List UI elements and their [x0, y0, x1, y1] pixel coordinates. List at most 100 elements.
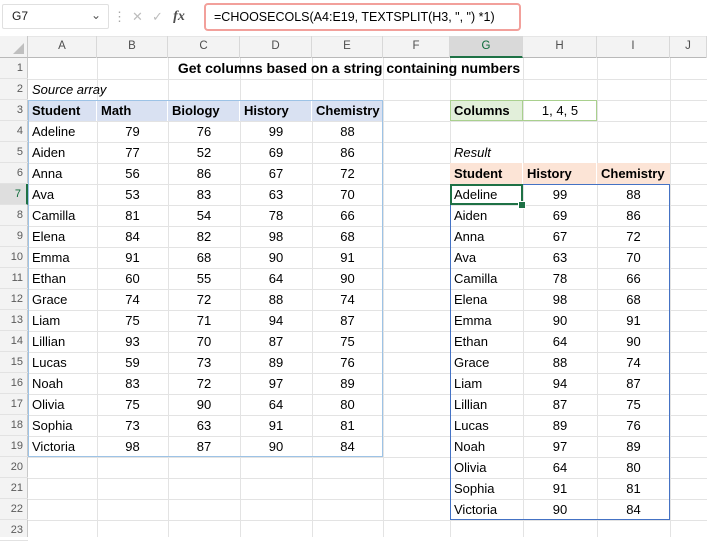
source-cell[interactable]: 87 — [240, 331, 312, 352]
source-header-biology[interactable]: Biology — [168, 100, 240, 121]
formula-input[interactable]: =CHOOSECOLS(A4:E19, TEXTSPLIT(H3, ", ") … — [204, 3, 521, 31]
row-header-9[interactable]: 9 — [0, 226, 28, 247]
source-cell[interactable]: Noah — [28, 373, 97, 394]
row-header-16[interactable]: 16 — [0, 373, 28, 394]
source-cell[interactable]: 89 — [240, 352, 312, 373]
row-header-23[interactable]: 23 — [0, 520, 28, 541]
source-header-history[interactable]: History — [240, 100, 312, 121]
result-cell[interactable]: 75 — [597, 394, 670, 415]
row-header-5[interactable]: 5 — [0, 142, 28, 163]
select-all-button[interactable] — [0, 36, 28, 58]
result-cell[interactable]: 76 — [597, 415, 670, 436]
source-array-label[interactable]: Source array — [28, 79, 106, 100]
result-cell[interactable]: 68 — [597, 289, 670, 310]
source-cell[interactable]: 78 — [240, 205, 312, 226]
result-cell[interactable]: 64 — [523, 331, 597, 352]
result-label[interactable]: Result — [450, 142, 523, 163]
result-header-history[interactable]: History — [523, 163, 597, 184]
row-header-18[interactable]: 18 — [0, 415, 28, 436]
source-cell[interactable]: 72 — [168, 373, 240, 394]
row-header-20[interactable]: 20 — [0, 457, 28, 478]
result-header-student[interactable]: Student — [450, 163, 523, 184]
name-box[interactable]: G7 ⌄ — [2, 4, 109, 29]
column-header-B[interactable]: B — [97, 36, 168, 58]
source-cell[interactable]: 63 — [168, 415, 240, 436]
source-cell[interactable]: 94 — [240, 310, 312, 331]
column-header-C[interactable]: C — [168, 36, 240, 58]
column-header-D[interactable]: D — [240, 36, 312, 58]
source-cell[interactable]: 86 — [168, 163, 240, 184]
result-cell[interactable]: Victoria — [450, 499, 523, 520]
result-cell[interactable]: 67 — [523, 226, 597, 247]
result-cell[interactable]: Elena — [450, 289, 523, 310]
result-cell[interactable]: 90 — [523, 499, 597, 520]
row-header-7[interactable]: 7 — [0, 184, 28, 205]
row-header-3[interactable]: 3 — [0, 100, 28, 121]
row-header-8[interactable]: 8 — [0, 205, 28, 226]
source-cell[interactable]: 73 — [168, 352, 240, 373]
result-cell[interactable]: 98 — [523, 289, 597, 310]
cancel-icon[interactable]: ✕ — [129, 5, 146, 29]
result-cell[interactable]: Lucas — [450, 415, 523, 436]
result-cell[interactable]: 72 — [597, 226, 670, 247]
result-cell[interactable]: Adeline — [450, 184, 523, 205]
result-cell[interactable]: Emma — [450, 310, 523, 331]
result-cell[interactable]: 90 — [597, 331, 670, 352]
source-cell[interactable]: 74 — [97, 289, 168, 310]
source-header-math[interactable]: Math — [97, 100, 168, 121]
result-cell[interactable]: 89 — [597, 436, 670, 457]
source-cell[interactable]: 90 — [240, 247, 312, 268]
source-cell[interactable]: 81 — [312, 415, 383, 436]
source-cell[interactable]: Ava — [28, 184, 97, 205]
source-cell[interactable]: Emma — [28, 247, 97, 268]
result-cell[interactable]: 81 — [597, 478, 670, 499]
result-cell[interactable]: Ethan — [450, 331, 523, 352]
source-cell[interactable]: 88 — [312, 121, 383, 142]
source-cell[interactable]: Victoria — [28, 436, 97, 457]
result-cell[interactable]: Aiden — [450, 205, 523, 226]
columns-spec-label[interactable]: Columns — [450, 100, 523, 121]
source-cell[interactable]: Aiden — [28, 142, 97, 163]
chevron-down-icon[interactable]: ⌄ — [91, 3, 101, 28]
source-cell[interactable]: 73 — [97, 415, 168, 436]
row-header-21[interactable]: 21 — [0, 478, 28, 499]
column-header-I[interactable]: I — [597, 36, 670, 58]
row-header-13[interactable]: 13 — [0, 310, 28, 331]
result-cell[interactable]: Camilla — [450, 268, 523, 289]
source-cell[interactable]: Adeline — [28, 121, 97, 142]
source-cell[interactable]: 87 — [312, 310, 383, 331]
source-cell[interactable]: 91 — [312, 247, 383, 268]
source-cell[interactable]: 56 — [97, 163, 168, 184]
source-cell[interactable]: 53 — [97, 184, 168, 205]
column-header-A[interactable]: A — [28, 36, 97, 58]
source-cell[interactable]: 76 — [312, 352, 383, 373]
row-header-6[interactable]: 6 — [0, 163, 28, 184]
result-header-chemistry[interactable]: Chemistry — [597, 163, 670, 184]
result-cell[interactable]: Lillian — [450, 394, 523, 415]
source-cell[interactable]: 64 — [240, 268, 312, 289]
row-header-19[interactable]: 19 — [0, 436, 28, 457]
row-header-22[interactable]: 22 — [0, 499, 28, 520]
result-cell[interactable]: Olivia — [450, 457, 523, 478]
result-cell[interactable]: 70 — [597, 247, 670, 268]
row-header-12[interactable]: 12 — [0, 289, 28, 310]
row-header-2[interactable]: 2 — [0, 79, 28, 100]
result-cell[interactable]: 87 — [597, 373, 670, 394]
enter-icon[interactable]: ✓ — [149, 5, 166, 29]
result-cell[interactable]: 89 — [523, 415, 597, 436]
source-cell[interactable]: 83 — [97, 373, 168, 394]
result-cell[interactable]: 78 — [523, 268, 597, 289]
source-cell[interactable]: 69 — [240, 142, 312, 163]
source-cell[interactable]: 82 — [168, 226, 240, 247]
result-cell[interactable]: Sophia — [450, 478, 523, 499]
result-cell[interactable]: 91 — [523, 478, 597, 499]
source-header-chemistry[interactable]: Chemistry — [312, 100, 383, 121]
result-cell[interactable]: Anna — [450, 226, 523, 247]
source-cell[interactable]: 67 — [240, 163, 312, 184]
source-cell[interactable]: 55 — [168, 268, 240, 289]
source-cell[interactable]: 59 — [97, 352, 168, 373]
source-cell[interactable]: 63 — [240, 184, 312, 205]
result-cell[interactable]: 91 — [597, 310, 670, 331]
source-cell[interactable]: 87 — [168, 436, 240, 457]
source-cell[interactable]: Olivia — [28, 394, 97, 415]
